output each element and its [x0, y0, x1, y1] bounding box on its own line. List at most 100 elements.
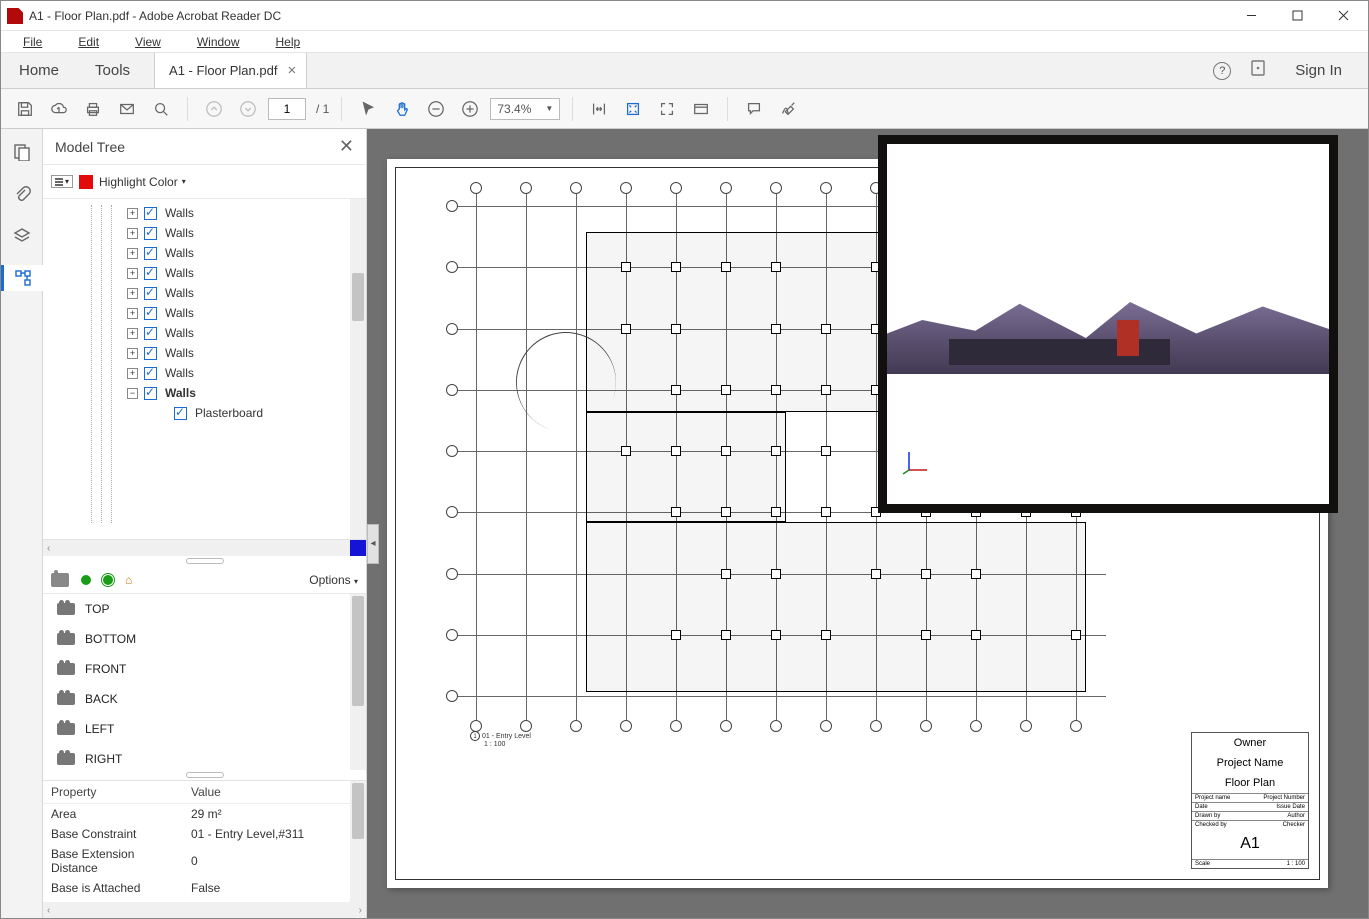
checkbox-icon[interactable] [174, 407, 187, 420]
checkbox-icon[interactable] [144, 287, 157, 300]
zoom-out-icon[interactable] [422, 95, 450, 123]
sign-icon[interactable] [774, 95, 802, 123]
views-scrollbar[interactable] [350, 594, 366, 770]
thumbnails-icon[interactable] [9, 139, 35, 165]
tab-home[interactable]: Home [1, 53, 77, 88]
search-icon[interactable] [147, 95, 175, 123]
model-tree-icon[interactable] [1, 265, 43, 291]
property-row[interactable]: Base Offset0 [43, 898, 366, 902]
tree-toggle-icon[interactable]: + [127, 268, 138, 279]
menu-window[interactable]: Window [179, 33, 258, 51]
view-item[interactable]: FRONT [43, 654, 366, 684]
attachments-icon[interactable] [9, 181, 35, 207]
tree-scrollbar[interactable] [350, 199, 366, 539]
property-row[interactable]: Base is AttachedFalse [43, 878, 366, 898]
tab-tools[interactable]: Tools [77, 53, 148, 88]
tree-toggle-icon[interactable]: + [127, 368, 138, 379]
checkbox-icon[interactable] [144, 347, 157, 360]
sign-in-button[interactable]: Sign In [1285, 62, 1352, 79]
checkbox-icon[interactable] [144, 327, 157, 340]
chevron-down-icon[interactable]: ▾ [182, 177, 186, 186]
green-sphere-icon[interactable] [81, 575, 91, 585]
select-icon[interactable] [354, 95, 382, 123]
tree-view[interactable]: +Walls+Walls+Walls+Walls+Walls+Walls+Wal… [43, 199, 366, 540]
green-sphere2-icon[interactable] [103, 575, 113, 585]
save-icon[interactable] [11, 95, 39, 123]
fit-width-icon[interactable] [585, 95, 613, 123]
toolbar: / 1 73.4%▼ [1, 89, 1368, 129]
titleblock: Owner Project Name Floor Plan Project na… [1191, 732, 1309, 869]
splitter-2[interactable] [43, 770, 366, 780]
view-item[interactable]: BOTTOM [43, 624, 366, 654]
collapse-panel-toggle[interactable]: ◂ [367, 524, 379, 564]
checkbox-icon[interactable] [144, 247, 157, 260]
view-item[interactable]: TOP [43, 594, 366, 624]
tree-toggle-icon[interactable]: + [127, 328, 138, 339]
mail-icon[interactable] [113, 95, 141, 123]
menubar: File Edit View Window Help [1, 31, 1368, 53]
menu-help[interactable]: Help [258, 33, 319, 51]
properties-table[interactable]: PropertyValue Area29 m²Base Constraint01… [43, 780, 366, 902]
tab-document[interactable]: A1 - Floor Plan.pdf × [154, 53, 307, 88]
3d-preview-overlay[interactable] [878, 135, 1338, 513]
menu-file[interactable]: File [5, 33, 60, 51]
tree-toggle-icon[interactable]: + [127, 248, 138, 259]
comment-icon[interactable] [740, 95, 768, 123]
tree-toggle-icon[interactable]: + [127, 228, 138, 239]
checkbox-icon[interactable] [144, 207, 157, 220]
menu-view[interactable]: View [117, 33, 179, 51]
page-number-input[interactable] [268, 98, 306, 120]
read-mode-icon[interactable] [687, 95, 715, 123]
close-button[interactable] [1320, 1, 1366, 31]
property-row[interactable]: Area29 m² [43, 804, 366, 825]
property-row[interactable]: Base Extension Distance0 [43, 844, 366, 878]
cloud-icon[interactable] [45, 95, 73, 123]
tree-hscroll[interactable]: ‹ [43, 540, 366, 556]
page-up-icon[interactable] [200, 95, 228, 123]
view-snapshot-icon[interactable] [51, 573, 69, 587]
tree-label: Walls [165, 366, 194, 380]
checkbox-icon[interactable] [144, 267, 157, 280]
tree-toggle-icon[interactable]: + [127, 348, 138, 359]
checkbox-icon[interactable] [144, 227, 157, 240]
panel-close-icon[interactable]: ✕ [339, 136, 354, 157]
checkbox-icon[interactable] [144, 307, 157, 320]
zoom-level-select[interactable]: 73.4%▼ [490, 98, 560, 120]
maximize-button[interactable] [1274, 1, 1320, 31]
tree-label: Walls [165, 306, 194, 320]
checkbox-icon[interactable] [144, 387, 157, 400]
splitter-1[interactable] [43, 556, 366, 566]
layers-icon[interactable] [9, 223, 35, 249]
page-down-icon[interactable] [234, 95, 262, 123]
tree-toggle-icon[interactable]: + [127, 288, 138, 299]
highlight-label[interactable]: Highlight Color [99, 175, 178, 189]
highlight-swatch[interactable] [79, 175, 93, 189]
scale-label: 1 : 100 [484, 741, 505, 748]
print-icon[interactable] [79, 95, 107, 123]
view-item[interactable]: LEFT [43, 714, 366, 744]
home-icon[interactable]: ⌂ [125, 573, 132, 587]
tree-toggle-icon[interactable]: + [127, 308, 138, 319]
camera-icon [57, 663, 75, 675]
zoom-in-icon[interactable] [456, 95, 484, 123]
menu-edit[interactable]: Edit [60, 33, 117, 51]
views-list[interactable]: TOPBOTTOMFRONTBACKLEFTRIGHT [43, 594, 366, 770]
document-canvas[interactable]: ◂ Owner Project Name Floor Plan Project … [367, 129, 1368, 918]
fullscreen-icon[interactable] [653, 95, 681, 123]
view-item[interactable]: RIGHT [43, 744, 366, 770]
tree-toggle-icon[interactable]: + [127, 208, 138, 219]
tab-close-icon[interactable]: × [287, 62, 296, 79]
help-icon[interactable]: ? [1213, 62, 1231, 80]
tree-display-icon[interactable]: ▾ [51, 175, 73, 188]
tree-toggle-icon[interactable]: − [127, 388, 138, 399]
fit-page-icon[interactable] [619, 95, 647, 123]
checkbox-icon[interactable] [144, 367, 157, 380]
view-item[interactable]: BACK [43, 684, 366, 714]
property-row[interactable]: Base Constraint01 - Entry Level,#311 [43, 824, 366, 844]
options-menu[interactable]: Options ▾ [309, 573, 358, 587]
minimize-button[interactable] [1228, 1, 1274, 31]
props-hscroll[interactable]: ‹› [43, 902, 366, 918]
hand-icon[interactable] [388, 95, 416, 123]
props-scrollbar[interactable] [350, 781, 366, 902]
notification-icon[interactable] [1249, 59, 1267, 82]
